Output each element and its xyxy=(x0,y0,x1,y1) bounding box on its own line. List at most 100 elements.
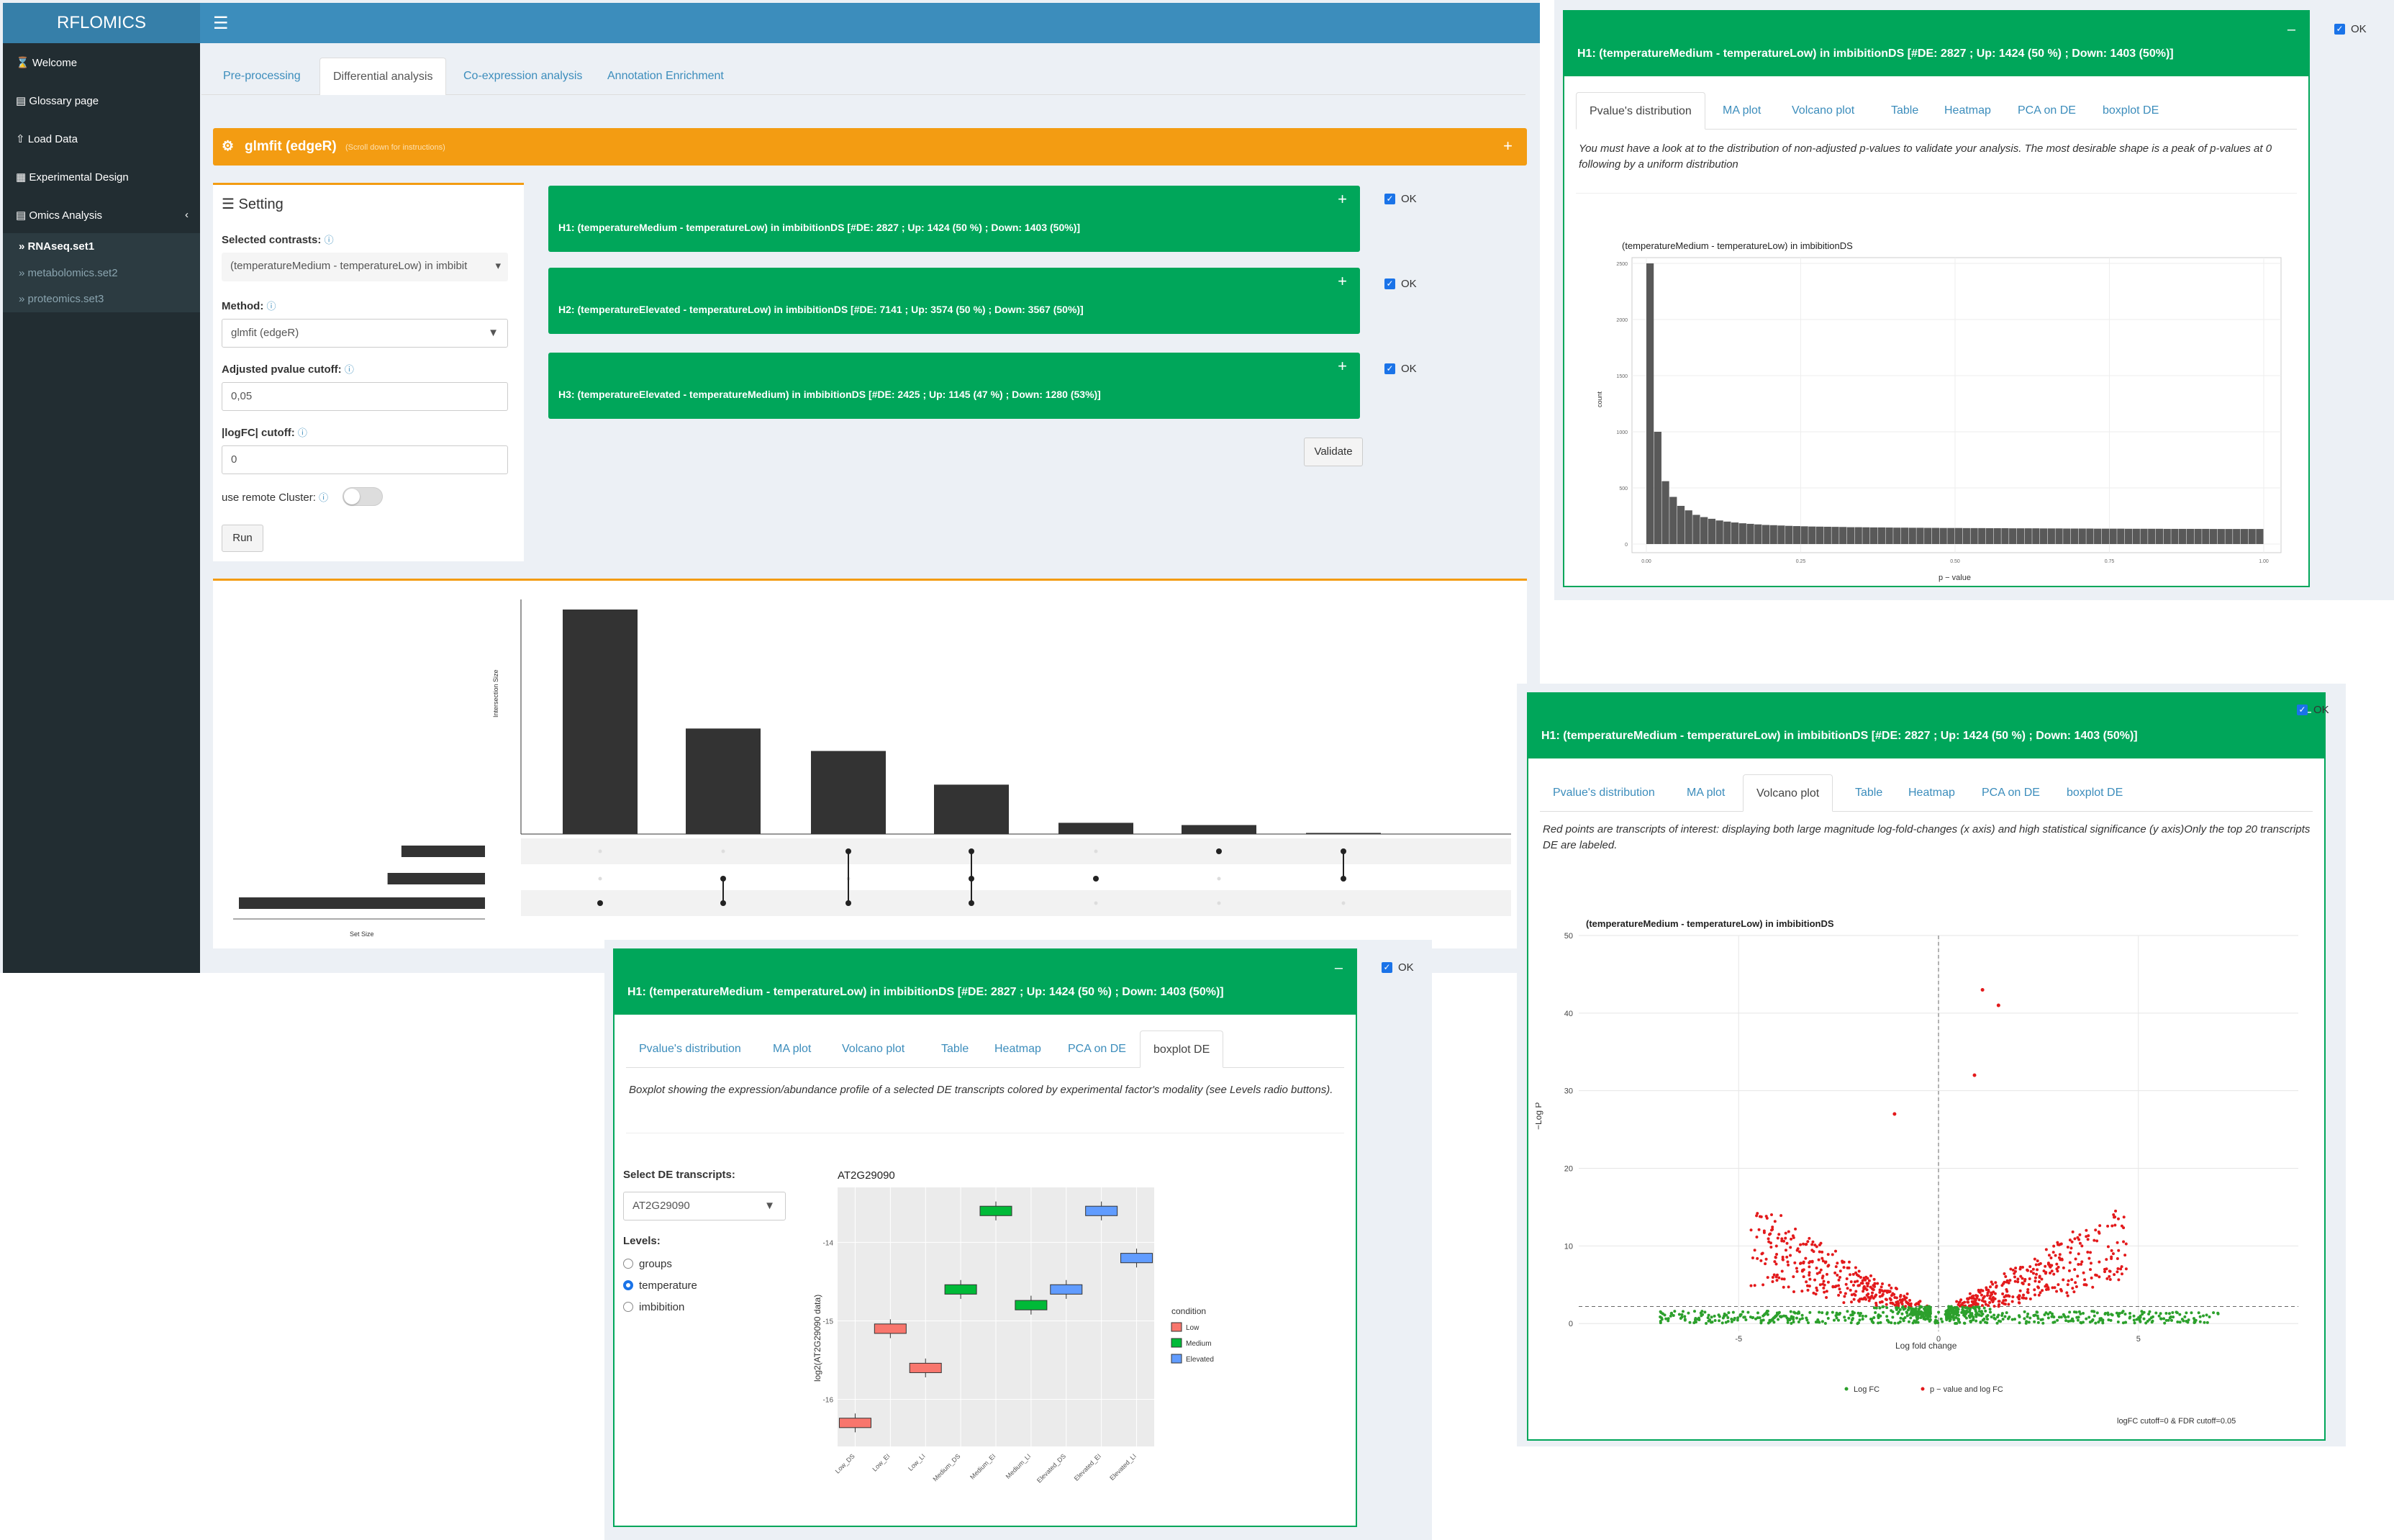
ok-checkbox-h3[interactable]: ✓ OK xyxy=(1384,363,1417,375)
tab-pvalue-distribution[interactable]: Pvalue's distribution xyxy=(1540,774,1668,812)
boxplot-box xyxy=(1050,1284,1083,1295)
pvalue-bar xyxy=(2171,528,2179,544)
tab-pca[interactable]: PCA on DE xyxy=(2005,92,2089,130)
tab-volcano-plot[interactable]: Volcano plot xyxy=(1743,774,1833,812)
volcano-point xyxy=(2198,1320,2202,1323)
sidebar-item-rnaseq[interactable]: » RNAseq.set1 xyxy=(19,240,94,253)
volcano-point xyxy=(2000,1314,2004,1318)
tab-heatmap[interactable]: Heatmap xyxy=(1895,774,1968,812)
volcano-point-significant xyxy=(2105,1258,2108,1262)
ok-checkbox-pvalue[interactable]: ✓ OK xyxy=(2334,23,2367,35)
minimize-icon[interactable]: – xyxy=(2288,22,2295,38)
hypothesis-h1-box[interactable]: H1: (temperatureMedium - temperatureLow)… xyxy=(548,186,1360,252)
tab-heatmap[interactable]: Heatmap xyxy=(981,1031,1054,1068)
tab-ma-plot[interactable]: MA plot xyxy=(760,1031,824,1068)
expand-plus-icon[interactable]: + xyxy=(1338,272,1347,291)
sidebar-item-load-data[interactable]: ⇧ Load Data xyxy=(16,132,78,145)
volcano-point xyxy=(1934,1318,1938,1322)
ok-checkbox-volcano[interactable]: ✓ OK xyxy=(2297,704,2329,716)
help-icon[interactable]: ⓘ xyxy=(267,301,276,312)
pvalue-input[interactable]: 0,05 xyxy=(222,382,508,411)
volcano-point xyxy=(2171,1311,2175,1315)
volcano-point-significant xyxy=(1880,1300,1884,1304)
logfc-input[interactable]: 0 xyxy=(222,445,508,474)
sidebar-item-glossary[interactable]: ▤ Glossary page xyxy=(16,94,99,107)
sidebar-item-experimental-design[interactable]: ▦ Experimental Design xyxy=(16,171,129,184)
contrasts-select[interactable]: (temperatureMedium - temperatureLow) in … xyxy=(222,253,508,281)
tab-ma-plot[interactable]: MA plot xyxy=(1674,774,1738,812)
help-icon[interactable]: ⓘ xyxy=(319,492,328,503)
expand-plus-icon[interactable]: + xyxy=(1503,137,1513,155)
tab-differential-analysis[interactable]: Differential analysis xyxy=(319,58,447,95)
level-radio-temperature[interactable]: temperature xyxy=(623,1279,697,1292)
volcano-point xyxy=(1893,1321,1897,1325)
tab-pca[interactable]: PCA on DE xyxy=(1055,1031,1139,1068)
volcano-point xyxy=(2101,1321,2105,1325)
tab-boxplot[interactable]: boxplot DE xyxy=(2054,774,2136,812)
volcano-point-significant xyxy=(2048,1264,2051,1268)
tab-pca[interactable]: PCA on DE xyxy=(1969,774,2053,812)
tab-coexpression[interactable]: Co-expression analysis xyxy=(450,58,595,95)
glmfit-box-header[interactable]: ⚙ glmfit (edgeR) (Scroll down for instru… xyxy=(213,128,1527,166)
run-button[interactable]: Run xyxy=(222,525,263,552)
volcano-point-significant xyxy=(1808,1260,1812,1264)
help-icon[interactable]: ⓘ xyxy=(345,364,354,375)
hypothesis-h3-box[interactable]: H3: (temperatureElevated - temperatureMe… xyxy=(548,353,1360,419)
ok-checkbox-boxplot[interactable]: ✓ OK xyxy=(1382,961,1414,974)
tab-pvalue-distribution[interactable]: Pvalue's distribution xyxy=(626,1031,754,1068)
boxplot-box xyxy=(909,1362,942,1373)
volcano-point-significant xyxy=(2093,1238,2096,1242)
expand-plus-icon[interactable]: + xyxy=(1338,190,1347,209)
tab-heatmap[interactable]: Heatmap xyxy=(1931,92,2004,130)
ok-checkbox-h1[interactable]: ✓ OK xyxy=(1384,193,1417,205)
sidebar-item-metabolomics[interactable]: » metabolomics.set2 xyxy=(19,267,118,279)
tab-volcano-plot[interactable]: Volcano plot xyxy=(829,1031,917,1068)
volcano-point xyxy=(1982,1317,1986,1321)
tab-preprocessing[interactable]: Pre-processing xyxy=(210,58,314,95)
expand-plus-icon[interactable]: + xyxy=(1338,357,1347,376)
volcano-point xyxy=(1741,1310,1745,1313)
hamburger-menu-icon[interactable]: ☰ xyxy=(213,13,229,34)
tab-boxplot[interactable]: boxplot DE xyxy=(1140,1031,1224,1068)
tab-table[interactable]: Table xyxy=(1842,774,1895,812)
help-icon[interactable]: ⓘ xyxy=(325,235,334,245)
pvalue-bar xyxy=(1846,527,1855,544)
volcano-point xyxy=(1985,1321,1989,1325)
sidebar-item-welcome[interactable]: ⌛ Welcome xyxy=(16,56,77,69)
pvalue-bar xyxy=(1800,526,1808,544)
cluster-toggle[interactable] xyxy=(343,487,383,506)
caret-down-icon: ▼ xyxy=(488,327,499,339)
tab-annotation-enrichment[interactable]: Annotation Enrichment xyxy=(594,58,737,95)
level-radio-groups[interactable]: groups xyxy=(623,1258,672,1270)
panel-header: H1: (temperatureMedium - temperatureLow)… xyxy=(615,950,1356,1015)
level-radio-imbibition[interactable]: imbibition xyxy=(623,1301,684,1313)
volcano-point-significant xyxy=(1799,1262,1803,1265)
help-icon[interactable]: ⓘ xyxy=(298,427,307,438)
tab-volcano-plot[interactable]: Volcano plot xyxy=(1779,92,1867,130)
volcano-point-significant xyxy=(1844,1292,1847,1295)
tab-table[interactable]: Table xyxy=(928,1031,981,1068)
volcano-point xyxy=(1832,1318,1836,1322)
volcano-point xyxy=(1954,1321,1957,1325)
tab-table[interactable]: Table xyxy=(1878,92,1931,130)
pvalue-bar xyxy=(2117,528,2125,544)
sidebar-item-omics-analysis[interactable]: ▤ Omics Analysis ‹ xyxy=(16,209,189,222)
pvalue-bar xyxy=(2194,528,2202,544)
sidebar-item-proteomics[interactable]: » proteomics.set3 xyxy=(19,293,104,305)
volcano-point xyxy=(1693,1310,1697,1313)
validate-button[interactable]: Validate xyxy=(1304,438,1363,466)
method-select[interactable]: glmfit (edgeR) ▼ xyxy=(222,319,508,348)
brand-logo[interactable]: RFLOMICS xyxy=(3,3,200,43)
tab-pvalue-distribution[interactable]: Pvalue's distribution xyxy=(1576,92,1705,130)
minimize-icon[interactable]: – xyxy=(1335,960,1343,977)
tab-ma-plot[interactable]: MA plot xyxy=(1710,92,1774,130)
ok-checkbox-h2[interactable]: ✓ OK xyxy=(1384,278,1417,290)
transcript-select[interactable]: AT2G29090 ▼ xyxy=(623,1192,786,1220)
volcano-point-significant xyxy=(2033,1276,2037,1279)
hypothesis-h2-box[interactable]: H2: (temperatureElevated - temperatureLo… xyxy=(548,268,1360,334)
volcano-point-significant xyxy=(1846,1287,1849,1290)
tab-boxplot[interactable]: boxplot DE xyxy=(2090,92,2172,130)
volcano-point-significant xyxy=(1777,1233,1781,1236)
volcano-point xyxy=(2203,1321,2206,1324)
volcano-point-significant xyxy=(1843,1295,1846,1298)
